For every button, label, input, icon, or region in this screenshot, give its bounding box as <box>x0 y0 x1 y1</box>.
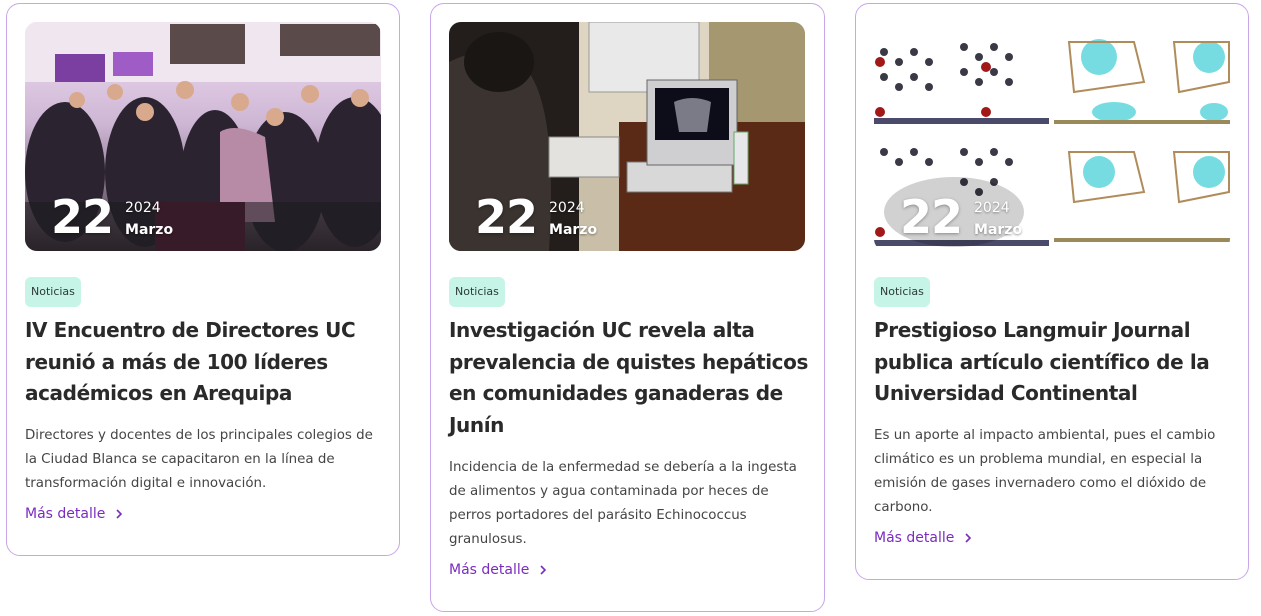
chevron-right-icon <box>116 509 123 519</box>
date-month: Marzo <box>974 222 1023 238</box>
category-tag[interactable]: Noticias <box>449 277 505 307</box>
date-badge: 22 2024 Marzo <box>900 194 1022 241</box>
date-day: 22 <box>51 190 114 244</box>
news-excerpt: Incidencia de la enfermedad se debería a… <box>449 460 797 547</box>
news-card[interactable]: 22 2024 Marzo Noticias Prestigioso Langm… <box>855 3 1249 580</box>
chevron-right-icon <box>965 533 972 543</box>
more-details-label: Más detalle <box>25 506 106 522</box>
news-card[interactable]: 22 2024 Marzo Noticias Investigación UC … <box>430 3 825 612</box>
news-excerpt: Es un aporte al impacto ambiental, pues … <box>874 428 1216 515</box>
more-details-link[interactable]: Más detalle <box>25 506 124 522</box>
news-image[interactable]: 22 2024 Marzo <box>25 22 381 251</box>
more-details-label: Más detalle <box>449 562 530 578</box>
more-details-link[interactable]: Más detalle <box>874 530 973 546</box>
news-card[interactable]: 22 2024 Marzo Noticias IV Encuentro de D… <box>6 3 400 556</box>
news-excerpt: Directores y docentes de los principales… <box>25 428 373 491</box>
date-day: 22 <box>900 190 963 244</box>
more-details-link[interactable]: Más detalle <box>449 562 548 578</box>
date-badge: 22 2024 Marzo <box>51 194 173 241</box>
date-year: 2024 <box>549 200 585 216</box>
chevron-right-icon <box>540 565 547 575</box>
more-details-label: Más detalle <box>874 530 955 546</box>
news-title[interactable]: Investigación UC revela alta prevalencia… <box>449 315 821 441</box>
category-tag[interactable]: Noticias <box>874 277 930 307</box>
date-year: 2024 <box>125 200 161 216</box>
date-year: 2024 <box>974 200 1010 216</box>
category-tag[interactable]: Noticias <box>25 277 81 307</box>
news-title[interactable]: IV Encuentro de Directores UC reunió a m… <box>25 315 397 410</box>
date-month: Marzo <box>549 222 598 238</box>
date-month: Marzo <box>125 222 174 238</box>
date-day: 22 <box>475 190 538 244</box>
news-image[interactable]: 22 2024 Marzo <box>874 22 1230 251</box>
date-badge: 22 2024 Marzo <box>475 194 597 241</box>
news-image[interactable]: 22 2024 Marzo <box>449 22 805 251</box>
news-title[interactable]: Prestigioso Langmuir Journal publica art… <box>874 315 1246 410</box>
